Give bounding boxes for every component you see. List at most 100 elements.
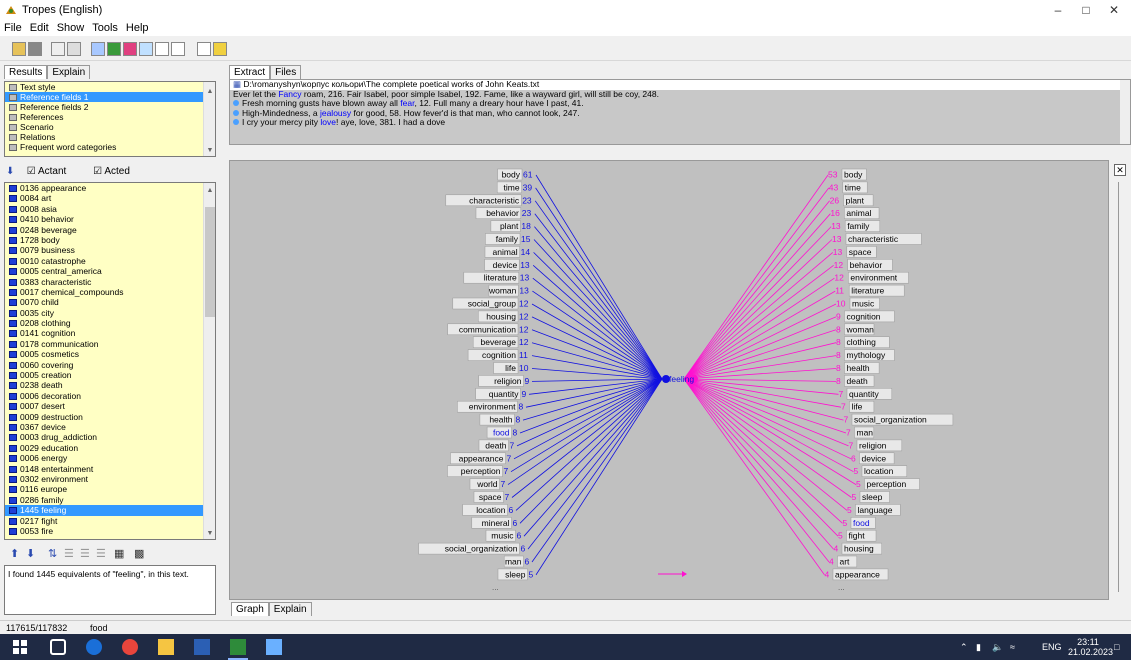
right-node-label[interactable]: location: [864, 466, 894, 476]
tab-files[interactable]: Files: [270, 65, 302, 79]
left-node-label[interactable]: sleep: [505, 569, 526, 579]
left-node-count[interactable]: 12: [519, 299, 529, 309]
left-node-count[interactable]: 7: [505, 492, 510, 502]
right-node-label[interactable]: cognition: [847, 311, 881, 321]
acted-checkbox[interactable]: ☑: [93, 166, 102, 177]
left-node-count[interactable]: 8: [516, 415, 521, 425]
list-item[interactable]: 0005 creation: [5, 370, 215, 380]
left-node-count[interactable]: 6: [525, 557, 530, 567]
category-scrollbar[interactable]: ▲ ▼: [203, 82, 215, 156]
export-icon[interactable]: ▦: [114, 547, 124, 560]
list-item[interactable]: 0383 characteristic: [5, 277, 215, 287]
grid-icon[interactable]: [91, 42, 105, 56]
right-node-label[interactable]: man: [857, 428, 874, 438]
left-node-count[interactable]: 6: [521, 544, 526, 554]
list-item[interactable]: 0302 environment: [5, 474, 215, 484]
left-edge[interactable]: [534, 213, 663, 380]
category-item[interactable]: Frequent word categories: [5, 142, 215, 152]
left-node-label[interactable]: characteristic: [469, 195, 520, 205]
right-edge[interactable]: [683, 213, 831, 380]
left-edge[interactable]: [531, 329, 663, 380]
network-icon[interactable]: [123, 42, 137, 56]
tray-chevron-icon[interactable]: ⌃: [960, 634, 968, 660]
extract-text[interactable]: ▦ D:\romanyshyn\корпус кольори\The compl…: [229, 79, 1131, 145]
right-node-count[interactable]: 7: [846, 428, 851, 438]
print-icon[interactable]: [28, 42, 42, 56]
move-up-icon[interactable]: ⬆: [10, 547, 19, 560]
category-item[interactable]: Text style: [5, 82, 215, 92]
left-node-label[interactable]: beverage: [481, 337, 517, 347]
right-node-count[interactable]: 8: [836, 376, 841, 386]
right-node-label[interactable]: life: [852, 402, 863, 412]
right-node-label[interactable]: perception: [867, 479, 907, 489]
windows-start-icon[interactable]: [12, 639, 28, 655]
list-item[interactable]: 0178 communication: [5, 339, 215, 349]
right-edge[interactable]: [683, 378, 852, 460]
copy-icon[interactable]: [67, 42, 81, 56]
right-node-label[interactable]: sleep: [862, 492, 883, 502]
list-item[interactable]: 0286 family: [5, 495, 215, 505]
list-item[interactable]: 0060 covering: [5, 360, 215, 370]
list-item[interactable]: 0208 clothing: [5, 318, 215, 328]
right-node-count[interactable]: 7: [849, 440, 854, 450]
right-node-count[interactable]: 12: [834, 273, 844, 283]
right-node-label[interactable]: family: [847, 221, 870, 231]
right-edge[interactable]: [683, 378, 843, 524]
left-node-label[interactable]: food: [493, 428, 510, 438]
left-node-count[interactable]: 23: [522, 195, 532, 205]
left-node-count[interactable]: 39: [523, 182, 533, 192]
center-node-label[interactable]: feeling: [669, 374, 694, 384]
left-node-label[interactable]: social_organization: [445, 544, 518, 554]
right-node-label[interactable]: housing: [844, 544, 874, 554]
left-edge[interactable]: [535, 174, 663, 380]
right-node-count[interactable]: 9: [836, 311, 841, 321]
close-graph-icon[interactable]: ✕: [1114, 164, 1126, 176]
menu-tools[interactable]: Tools: [88, 20, 122, 36]
left-node-label[interactable]: behavior: [486, 208, 519, 218]
right-node-count[interactable]: 13: [831, 221, 841, 231]
left-edge[interactable]: [534, 226, 663, 380]
word-list-scrollbar[interactable]: ▲ ▼: [203, 183, 215, 539]
menu-show[interactable]: Show: [53, 20, 89, 36]
left-node-count[interactable]: 23: [522, 208, 532, 218]
left-node-label[interactable]: space: [479, 492, 502, 502]
print-list-icon[interactable]: ▩: [134, 547, 144, 560]
right-node-count[interactable]: 5: [847, 505, 852, 515]
left-node-count[interactable]: 6: [509, 505, 514, 515]
right-more-indicator[interactable]: ...: [838, 583, 845, 592]
list-item[interactable]: 0017 chemical_compounds: [5, 287, 215, 297]
tab-explain[interactable]: Explain: [47, 65, 91, 79]
list-item[interactable]: 0053 fire: [5, 526, 215, 536]
left-edge[interactable]: [522, 378, 663, 421]
left-more-indicator[interactable]: ...: [492, 583, 499, 592]
close-button[interactable]: ✕: [1096, 1, 1131, 19]
left-node-label[interactable]: death: [485, 440, 507, 450]
left-node-count[interactable]: 5: [529, 569, 534, 579]
category-item[interactable]: Scenario: [5, 122, 215, 132]
right-node-count[interactable]: 5: [856, 479, 861, 489]
word-category-list[interactable]: 0136 appearance 0084 art 0008 asia 0410 beh…: [4, 182, 216, 540]
right-edge[interactable]: [683, 378, 825, 576]
left-edge[interactable]: [523, 378, 663, 537]
left-edge[interactable]: [513, 378, 663, 460]
split-icon[interactable]: [155, 42, 169, 56]
word-icon[interactable]: [194, 639, 210, 655]
right-node-label[interactable]: quantity: [849, 389, 880, 399]
left-node-label[interactable]: music: [491, 531, 514, 541]
left-node-label[interactable]: location: [476, 505, 506, 515]
list-item[interactable]: 0006 decoration: [5, 391, 215, 401]
right-edge[interactable]: [683, 187, 830, 380]
list-item[interactable]: 0010 catastrophe: [5, 256, 215, 266]
left-node-count[interactable]: 61: [523, 170, 533, 180]
right-node-count[interactable]: 43: [829, 182, 839, 192]
left-node-label[interactable]: life: [505, 363, 516, 373]
list-item[interactable]: 0410 behavior: [5, 214, 215, 224]
left-node-label[interactable]: literature: [484, 273, 517, 283]
right-node-label[interactable]: woman: [846, 324, 875, 334]
right-node-count[interactable]: 7: [844, 415, 849, 425]
left-node-count[interactable]: 10: [519, 363, 529, 373]
extract-line[interactable]: I cry your mercy pity love! aye, love, 3…: [230, 117, 1130, 128]
right-node-label[interactable]: characteristic: [848, 234, 899, 244]
right-edge[interactable]: [683, 303, 837, 380]
right-node-label[interactable]: clothing: [847, 337, 877, 347]
